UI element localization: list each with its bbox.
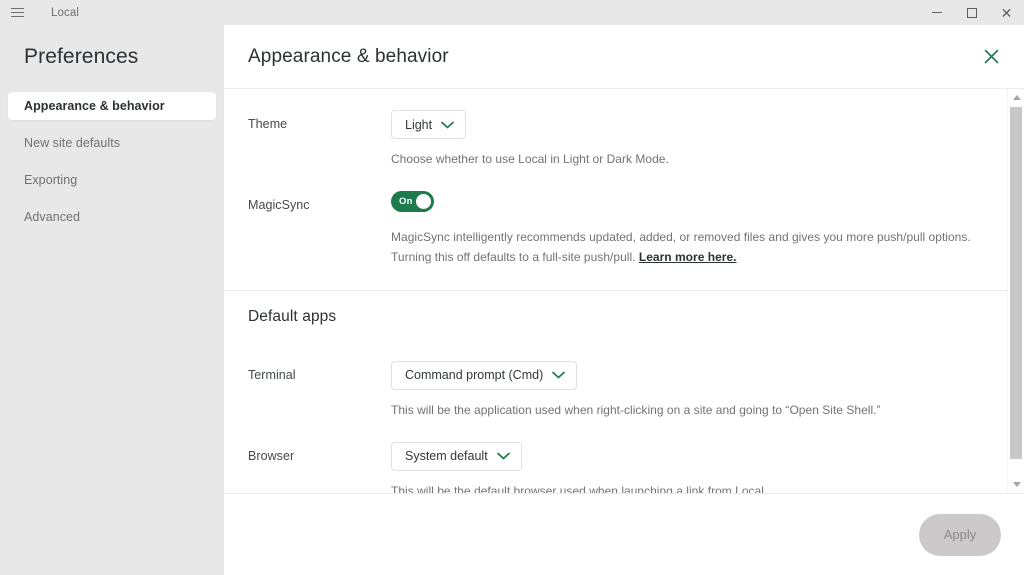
theme-select-value: Light: [405, 118, 432, 132]
window-close-icon: ✕: [1001, 6, 1013, 20]
hamburger-menu-icon[interactable]: [0, 0, 34, 25]
browser-helper-text: This will be the default browser used wh…: [391, 481, 981, 494]
sidebar-item-label: Advanced: [24, 210, 80, 224]
sidebar-nav: Appearance & behavior New site defaults …: [0, 92, 224, 231]
theme-label: Theme: [248, 110, 391, 131]
setting-row-browser: Browser System default This will be the …: [248, 421, 1007, 494]
sidebar-item-appearance-behavior[interactable]: Appearance & behavior: [8, 92, 216, 120]
chevron-down-icon: [441, 121, 454, 129]
sidebar-item-new-site-defaults[interactable]: New site defaults: [8, 129, 216, 157]
window-close-button[interactable]: ✕: [989, 0, 1024, 25]
settings-scrollbar[interactable]: [1007, 89, 1024, 493]
terminal-control: Command prompt (Cmd) This will be the ap…: [391, 361, 1007, 421]
browser-label: Browser: [248, 442, 391, 463]
terminal-select-value: Command prompt (Cmd): [405, 368, 543, 382]
terminal-select[interactable]: Command prompt (Cmd): [391, 361, 577, 390]
terminal-label: Terminal: [248, 361, 391, 382]
sidebar-item-label: Exporting: [24, 173, 77, 187]
settings-scroll-area: Theme Light Choose whether to use Local …: [224, 89, 1007, 493]
preferences-panel: Appearance & behavior Theme Light: [224, 25, 1024, 575]
preferences-window: Local ✕ Preferences Appearance & behavio…: [0, 0, 1024, 575]
panel-header: Appearance & behavior: [224, 25, 1024, 89]
browser-select[interactable]: System default: [391, 442, 522, 471]
toggle-knob: [416, 194, 431, 209]
scroll-down-arrow-icon[interactable]: [1008, 476, 1024, 493]
magicsync-label: MagicSync: [248, 191, 391, 212]
hamburger-line: [11, 12, 24, 13]
panel-body: Theme Light Choose whether to use Local …: [224, 89, 1024, 493]
magicsync-control: On MagicSync intelligently recommends up…: [391, 191, 1007, 268]
browser-control: System default This will be the default …: [391, 442, 1007, 494]
browser-select-value: System default: [405, 449, 488, 463]
window-titlebar: Local ✕: [0, 0, 1024, 25]
scrollbar-thumb[interactable]: [1010, 107, 1022, 459]
magicsync-toggle[interactable]: On: [391, 191, 434, 212]
close-icon[interactable]: [978, 44, 1004, 70]
magicsync-toggle-state: On: [399, 196, 413, 207]
maximize-button[interactable]: [954, 0, 989, 25]
scroll-up-triangle: [1013, 95, 1021, 100]
sidebar-item-label: Appearance & behavior: [24, 99, 165, 113]
theme-helper-text: Choose whether to use Local in Light or …: [391, 149, 981, 170]
app-name-label: Local: [51, 7, 79, 19]
theme-control: Light Choose whether to use Local in Lig…: [391, 110, 1007, 170]
theme-select[interactable]: Light: [391, 110, 466, 139]
hamburger-line: [11, 8, 24, 9]
section-default-apps: Default apps Terminal Command prompt (Cm…: [224, 290, 1007, 493]
sidebar-item-advanced[interactable]: Advanced: [8, 203, 216, 231]
apply-button[interactable]: Apply: [919, 514, 1001, 556]
chevron-down-icon: [552, 371, 565, 379]
magicsync-learn-more-link[interactable]: Learn more here.: [639, 250, 737, 264]
preferences-sidebar: Preferences Appearance & behavior New si…: [0, 25, 224, 575]
default-apps-heading: Default apps: [248, 291, 1007, 326]
sidebar-item-label: New site defaults: [24, 136, 120, 150]
panel-footer: Apply: [224, 493, 1024, 575]
maximize-icon: [967, 8, 977, 18]
panel-title: Appearance & behavior: [248, 46, 449, 68]
window-controls: ✕: [919, 0, 1024, 25]
minimize-button[interactable]: [919, 0, 954, 25]
scroll-up-arrow-icon[interactable]: [1008, 89, 1024, 106]
setting-row-magicsync: MagicSync On MagicSync intelligently rec…: [248, 170, 1007, 290]
setting-row-terminal: Terminal Command prompt (Cmd) This will …: [248, 340, 1007, 421]
sidebar-item-exporting[interactable]: Exporting: [8, 166, 216, 194]
section-appearance: Theme Light Choose whether to use Local …: [224, 89, 1007, 290]
magicsync-helper-text: MagicSync intelligently recommends updat…: [391, 227, 981, 268]
setting-row-theme: Theme Light Choose whether to use Local …: [248, 89, 1007, 170]
chevron-down-icon: [497, 452, 510, 460]
scroll-down-triangle: [1013, 482, 1021, 487]
minimize-icon: [932, 12, 942, 13]
terminal-helper-text: This will be the application used when r…: [391, 400, 981, 421]
page-title: Preferences: [0, 45, 224, 69]
hamburger-line: [11, 16, 24, 17]
